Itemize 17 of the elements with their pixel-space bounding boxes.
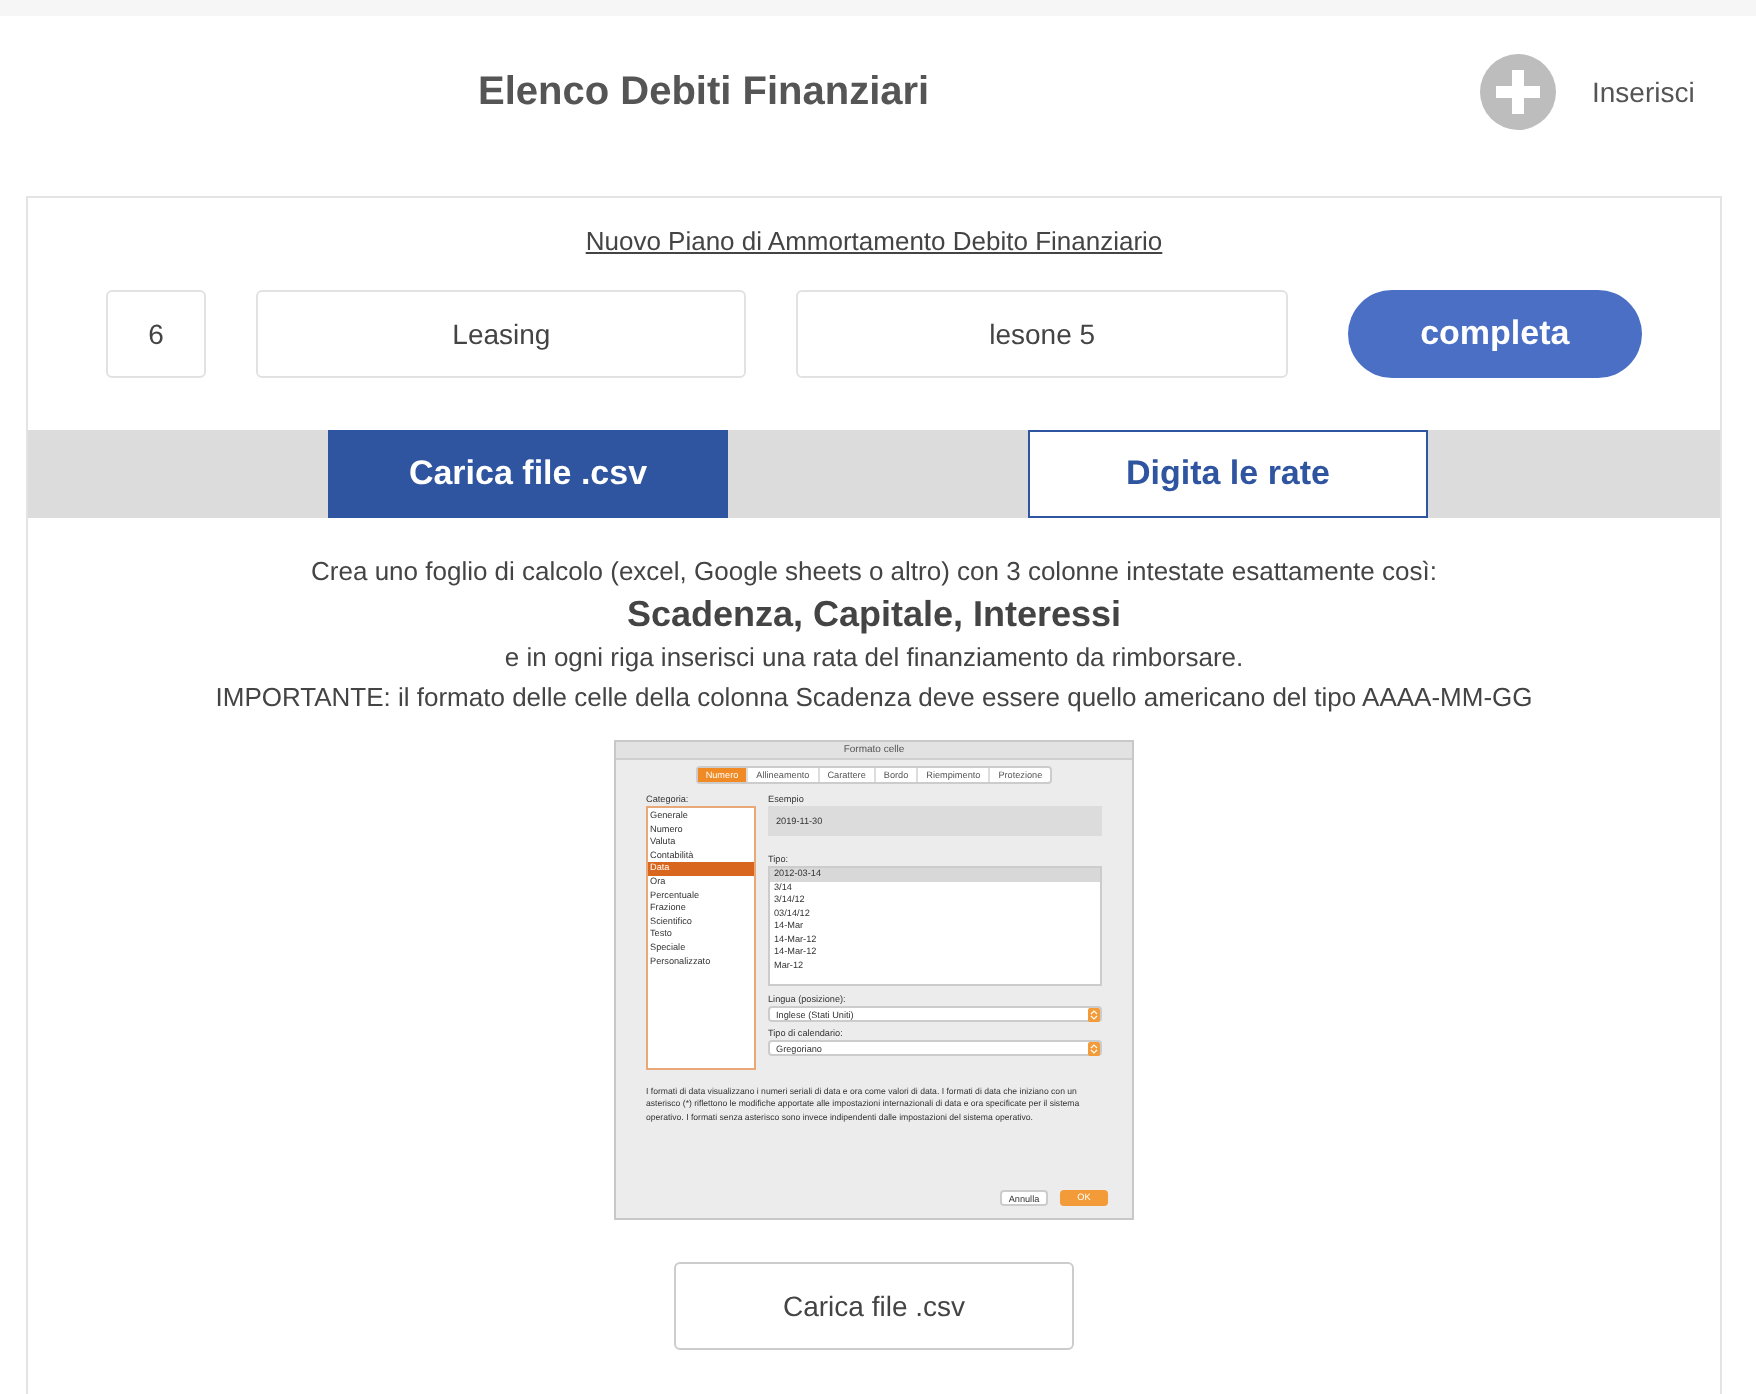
tab[interactable]: Digita le rate	[1028, 429, 1428, 517]
stepper-icon	[1088, 1007, 1100, 1021]
tab[interactable]: Carica file .csv	[328, 429, 728, 517]
add-icon[interactable]	[1480, 54, 1556, 130]
text-field[interactable]: Leasing	[256, 289, 747, 377]
stepper-icon	[1088, 1041, 1100, 1055]
page-title: Elenco Debiti Finanziari	[478, 68, 930, 118]
column-names: Scadenza, Capitale, Interessi	[626, 592, 1122, 638]
form-title: Nuovo Piano di Ammortamento Debito Finanziario	[585, 224, 1163, 260]
complete-button[interactable]: completa	[1347, 289, 1642, 377]
important-note: IMPORTANTE: il formato delle celle della colonna Scadenza deve essere quello americano del tipo AAAA-MM-GG	[215, 679, 1533, 716]
instruction-text: Crea uno foglio di calcolo (excel, Google sheets o altro) con 3 colonne intestate esattamente così:	[311, 553, 1437, 590]
text-field[interactable]: 6	[106, 289, 206, 377]
upload-button[interactable]: Carica file .csv	[674, 1262, 1074, 1350]
add-link[interactable]: Inserisci	[1592, 72, 1695, 114]
instruction-text: e in ogni riga inserisci una rata del finanziamento da rimborsare.	[504, 640, 1244, 676]
text-field[interactable]: lesone 5	[796, 289, 1288, 377]
